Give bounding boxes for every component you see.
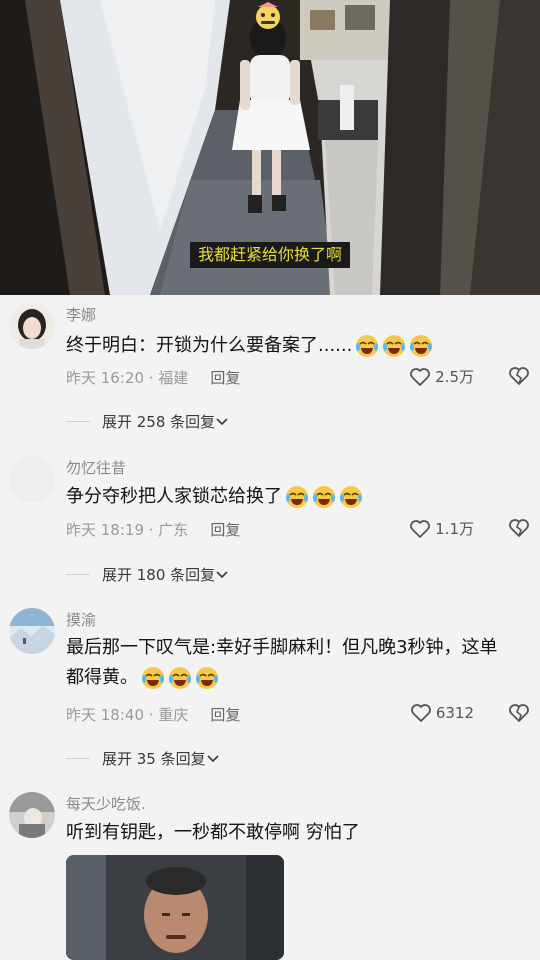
comment-username[interactable]: 勿忆往昔 [66,457,126,478]
comment-text: 争分夺秒把人家锁芯给换了 [66,482,363,512]
heart-outline-icon [410,519,431,538]
crying-laughing-emoji-icon [282,486,363,508]
expand-replies-label: 展开 35 条回复 [102,750,206,768]
crying-laughing-emoji-icon [352,335,433,357]
comment-text: 终于明白：开锁为什么要备案了...... [66,331,433,361]
comment-text: 最后那一下叹气是:幸好手脚麻利！但凡晚3秒钟，这单 都得黄。 [66,637,498,689]
comment-image-picture [66,855,284,960]
comment-username[interactable]: 摸渝 [66,609,96,630]
comment-meta: 昨天 16:20 · 福建 回复 [66,367,240,388]
comment-time: 昨天 18:19 · 广东 [66,521,189,539]
comment-meta: 昨天 18:19 · 广东 回复 [66,519,240,540]
comment-time: 昨天 18:40 · 重庆 [66,706,189,724]
like-count: 6312 [435,704,474,722]
expand-replies-button[interactable]: 展开 258 条回复 [66,411,229,432]
like-button[interactable]: 1.1万 [409,518,474,539]
broken-heart-icon[interactable] [508,703,530,723]
chevron-down-icon [207,754,219,762]
comment-username[interactable]: 每天少吃饭. [66,793,146,814]
reply-button[interactable]: 回复 [210,521,240,539]
like-button[interactable]: 2.5万 [409,366,474,387]
like-button[interactable]: 6312 [410,703,474,723]
chevron-down-icon [216,570,228,578]
crying-laughing-emoji-icon [138,667,219,689]
avatar[interactable] [9,608,55,654]
divider [66,758,90,759]
reply-button[interactable]: 回复 [210,369,240,387]
comment-meta: 昨天 18:40 · 重庆 回复 [66,704,240,725]
emoji-sticker-icon [256,2,280,29]
like-count: 2.5万 [435,368,474,386]
chevron-down-icon [216,417,228,425]
comment-time: 昨天 16:20 · 福建 [66,369,189,387]
avatar[interactable] [9,792,55,838]
expand-replies-button[interactable]: 展开 35 条回复 [66,748,220,769]
like-count: 1.1万 [435,520,474,538]
expand-replies-button[interactable]: 展开 180 条回复 [66,564,229,585]
divider [66,421,90,422]
expand-replies-label: 展开 258 条回复 [102,413,216,431]
reply-button[interactable]: 回复 [210,706,240,724]
video-subtitle: 我都赶紧给你换了啊 [190,242,350,268]
expand-replies-label: 展开 180 条回复 [102,566,216,584]
broken-heart-icon[interactable] [508,518,530,538]
comment-text: 听到有钥匙，一秒都不敢停啊 穷怕了 [66,822,360,843]
broken-heart-icon[interactable] [508,366,530,386]
video-player[interactable]: 我都赶紧给你换了啊 [0,0,540,295]
heart-outline-icon [410,704,431,722]
heart-outline-icon [410,367,431,386]
divider [66,574,90,575]
comment-username[interactable]: 李娜 [66,304,96,325]
avatar[interactable] [9,456,55,502]
comment-image[interactable] [66,855,284,960]
avatar[interactable] [9,303,55,349]
